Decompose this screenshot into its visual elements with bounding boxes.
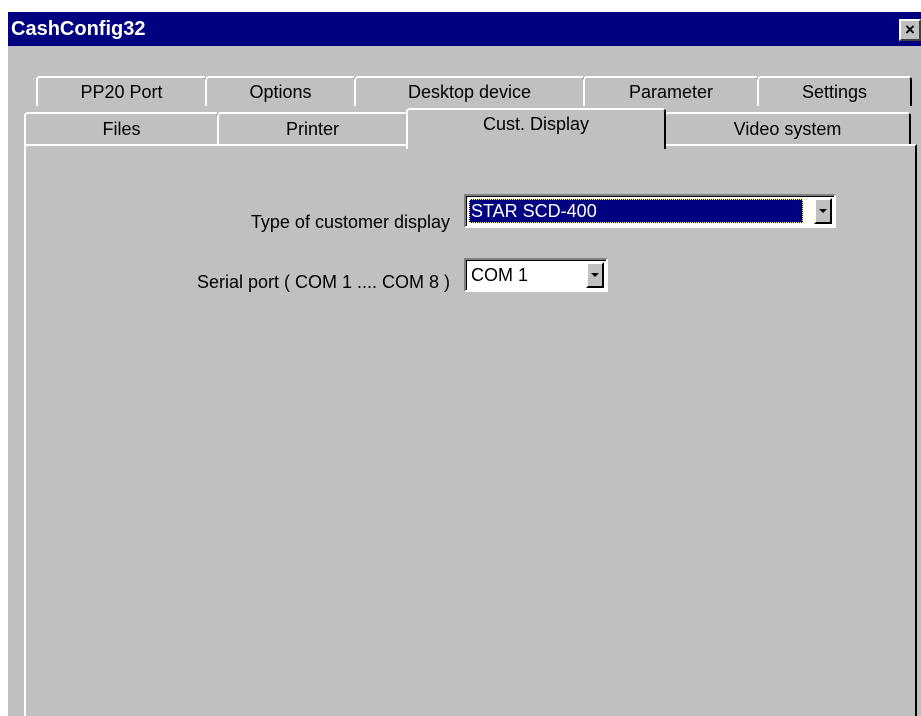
- serial-port-value: COM 1: [471, 265, 529, 285]
- window-title: CashConfig32: [11, 18, 146, 40]
- tab-parameter[interactable]: Parameter: [583, 76, 759, 106]
- tab-video-system[interactable]: Video system: [664, 112, 911, 146]
- title-bar[interactable]: CashConfig32 ×: [8, 12, 921, 46]
- tab-pp20-port[interactable]: PP20 Port: [36, 76, 207, 106]
- display-type-dropdown-button[interactable]: [814, 198, 832, 224]
- cust-display-panel: Type of customer display STAR SCD-400 Se…: [24, 144, 917, 716]
- serial-port-select[interactable]: COM 1: [464, 258, 608, 292]
- close-icon: ×: [905, 20, 915, 39]
- tab-desktop-device[interactable]: Desktop device: [354, 76, 585, 106]
- display-type-label: Type of customer display: [250, 212, 450, 232]
- tab-printer[interactable]: Printer: [217, 112, 408, 146]
- display-type-value: STAR SCD-400: [469, 199, 803, 223]
- chevron-down-icon: [819, 209, 827, 213]
- close-button[interactable]: ×: [899, 19, 921, 41]
- tab-files[interactable]: Files: [24, 112, 219, 146]
- serial-port-label: Serial port ( COM 1 .... COM 8 ): [196, 272, 450, 292]
- chevron-down-icon: [591, 273, 599, 277]
- tab-cust-display[interactable]: Cust. Display: [406, 108, 666, 149]
- cashconfig-window: CashConfig32 × PP20 Port Options Desktop…: [8, 12, 921, 716]
- serial-port-dropdown-button[interactable]: [586, 262, 604, 288]
- tab-options[interactable]: Options: [205, 76, 356, 106]
- tab-settings[interactable]: Settings: [757, 76, 912, 106]
- display-type-select[interactable]: STAR SCD-400: [464, 194, 836, 228]
